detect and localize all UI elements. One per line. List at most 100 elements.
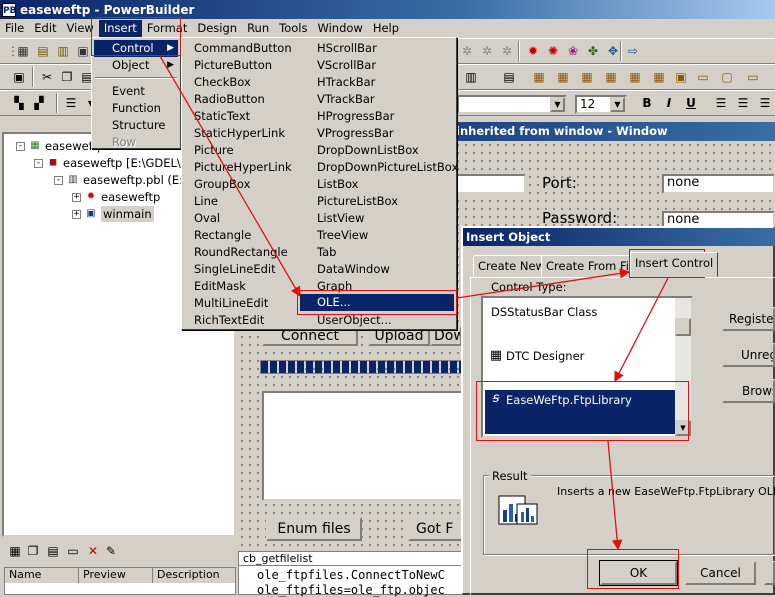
list-item-dsstatusbar[interactable]: DSStatusBar Class bbox=[485, 302, 677, 322]
menu-item-object[interactable]: Object ▶ bbox=[94, 57, 178, 74]
control-item-commandbutton[interactable]: CommandButton bbox=[182, 40, 292, 57]
unregister-button[interactable]: Unregis bbox=[722, 343, 775, 367]
control-item-listbox[interactable]: ListBox bbox=[305, 176, 358, 193]
align-left-icon[interactable]: ☰ bbox=[712, 94, 730, 112]
scrollbar-thumb[interactable] bbox=[675, 318, 691, 336]
control-5-icon[interactable]: ▦ bbox=[626, 68, 644, 86]
menu-view[interactable]: View bbox=[62, 20, 99, 37]
edit-icon[interactable]: ✎ bbox=[102, 542, 120, 560]
column-preview[interactable]: Preview bbox=[79, 568, 153, 583]
tab-create-from-file[interactable]: Create From File bbox=[541, 255, 645, 277]
control-type-list[interactable]: DSStatusBar Class ▦ DTC Designer ꞩ EaseW… bbox=[481, 296, 693, 438]
host-input[interactable] bbox=[456, 174, 526, 194]
control-6-icon[interactable]: ▦ bbox=[650, 68, 668, 86]
tree-item-winmain[interactable]: + ▣ winmain bbox=[72, 206, 154, 222]
column-name[interactable]: Name bbox=[5, 568, 79, 583]
preview-icon[interactable]: ▥ bbox=[462, 68, 480, 86]
save-icon[interactable]: ▣ bbox=[10, 68, 28, 86]
control-item-datawindow[interactable]: DataWindow bbox=[305, 261, 390, 278]
open-icon[interactable]: ▥ bbox=[54, 42, 72, 60]
step-icon[interactable]: ✲ bbox=[478, 42, 496, 60]
tree-item-library[interactable]: - ▥ easeweftp.pbl (E:\ bbox=[54, 172, 187, 188]
menu-run[interactable]: Run bbox=[242, 20, 274, 37]
control-item-line[interactable]: Line bbox=[182, 193, 218, 210]
control-item-treeview[interactable]: TreeView bbox=[305, 227, 368, 244]
menu-item-function[interactable]: Function bbox=[94, 100, 178, 117]
control-item-picturehyperlink[interactable]: PictureHyperLink bbox=[182, 159, 292, 176]
italic-button[interactable]: I bbox=[660, 94, 678, 112]
paste-icon[interactable]: ▤ bbox=[44, 542, 62, 560]
control-4-icon[interactable]: ▦ bbox=[602, 68, 620, 86]
inherit-icon[interactable]: ▤ bbox=[34, 42, 52, 60]
control-9-icon[interactable]: ▢ bbox=[718, 68, 736, 86]
control-item-multilineedit[interactable]: MultiLineEdit bbox=[182, 295, 268, 312]
font-name-combo[interactable]: ▼ bbox=[457, 95, 567, 114]
control-item-vscrollbar[interactable]: VScrollBar bbox=[305, 57, 376, 74]
profile-icon[interactable]: ❀ bbox=[564, 42, 582, 60]
control-item-radiobutton[interactable]: RadioButton bbox=[182, 91, 265, 108]
control-item-editmask[interactable]: EditMask bbox=[182, 278, 246, 295]
run-icon[interactable]: ▣ bbox=[74, 42, 92, 60]
control-item-singlelineedit[interactable]: SingleLineEdit bbox=[182, 261, 276, 278]
new-icon[interactable]: ▦ bbox=[14, 42, 32, 60]
bold-button[interactable]: B bbox=[638, 94, 656, 112]
align-icon[interactable]: ▚ bbox=[10, 94, 28, 112]
scroll-down-icon[interactable]: ▼ bbox=[675, 420, 691, 436]
exit-icon[interactable]: ⇨ bbox=[624, 42, 642, 60]
copy-icon[interactable]: ❐ bbox=[24, 542, 42, 560]
control-3-icon[interactable]: ▦ bbox=[578, 68, 596, 86]
control-item-roundrectangle[interactable]: RoundRectangle bbox=[182, 244, 288, 261]
menu-design[interactable]: Design bbox=[192, 20, 242, 37]
chevron-down-icon[interactable]: ▼ bbox=[550, 97, 565, 112]
control-item-richtextedit[interactable]: RichTextEdit bbox=[182, 312, 264, 329]
expand-icon[interactable]: + bbox=[72, 192, 81, 202]
font-size-combo[interactable]: 12 ▼ bbox=[575, 95, 627, 114]
control-item-picturelistbox[interactable]: PictureListBox bbox=[305, 193, 398, 210]
control-item-htrackbar[interactable]: HTrackBar bbox=[305, 74, 375, 91]
menu-item-event[interactable]: Event bbox=[94, 83, 178, 100]
menu-edit[interactable]: Edit bbox=[29, 20, 61, 37]
control-10-icon[interactable]: ▭ bbox=[744, 68, 762, 86]
menu-insert[interactable]: Insert bbox=[98, 20, 142, 37]
control-item-listview[interactable]: ListView bbox=[305, 210, 364, 227]
menu-help[interactable]: Help bbox=[368, 20, 404, 37]
browse-icon[interactable]: ✤ bbox=[584, 42, 602, 60]
control-item-dropdownpicturelistbox[interactable]: DropDownPictureListBox bbox=[305, 159, 458, 176]
control-item-statictext[interactable]: StaticText bbox=[182, 108, 250, 125]
menu-tools[interactable]: Tools bbox=[274, 20, 312, 37]
control-2-icon[interactable]: ▦ bbox=[554, 68, 572, 86]
tab-create-new[interactable]: Create New bbox=[473, 255, 550, 277]
delete-icon[interactable]: ✕ bbox=[84, 542, 102, 560]
control-item-vprogressbar[interactable]: VProgressBar bbox=[305, 125, 394, 142]
register-button[interactable]: Register N bbox=[722, 307, 775, 331]
control-item-vtrackbar[interactable]: VTrackBar bbox=[305, 91, 375, 108]
breakpoint-icon[interactable]: ✺ bbox=[544, 42, 562, 60]
control-item-rectangle[interactable]: Rectangle bbox=[182, 227, 251, 244]
control-item-picture[interactable]: Picture bbox=[182, 142, 234, 159]
copy-icon[interactable]: ❐ bbox=[58, 68, 76, 86]
control-7-icon[interactable]: ▣ bbox=[672, 68, 690, 86]
insert-icon[interactable]: ▦ bbox=[6, 542, 24, 560]
enum-files-button[interactable]: Enum files bbox=[266, 517, 362, 541]
align-right-icon[interactable]: ☰ bbox=[756, 94, 774, 112]
control-8-icon[interactable]: ▭ bbox=[694, 68, 712, 86]
control-1-icon[interactable]: ▦ bbox=[530, 68, 548, 86]
tree-item-target[interactable]: - ◼ easeweftp [E:\GDEL\S bbox=[34, 155, 188, 171]
chevron-down-icon[interactable]: ▼ bbox=[610, 97, 625, 112]
list-item-dtc-designer[interactable]: ▦ DTC Designer bbox=[485, 346, 677, 366]
control-item-hprogressbar[interactable]: HProgressBar bbox=[305, 108, 394, 125]
debug-icon[interactable]: ✲ bbox=[458, 42, 476, 60]
layer-icon[interactable]: ☰ bbox=[62, 94, 80, 112]
cut-icon[interactable]: ✂ bbox=[38, 68, 56, 86]
menu-item-structure[interactable]: Structure bbox=[94, 117, 178, 134]
collapse-icon[interactable]: - bbox=[16, 141, 25, 151]
control-item-checkbox[interactable]: CheckBox bbox=[182, 74, 251, 91]
control-item-statichyperlink[interactable]: StaticHyperLink bbox=[182, 125, 285, 142]
get-file-button[interactable]: Got F bbox=[408, 517, 464, 541]
list-item-easeweftp[interactable]: ꞩ EaseWeFtp.FtpLibrary bbox=[485, 390, 677, 434]
abc-icon[interactable]: ▭ bbox=[64, 542, 82, 560]
control-item-oval[interactable]: Oval bbox=[182, 210, 220, 227]
port-input[interactable]: none bbox=[662, 174, 775, 194]
stop-icon[interactable]: ✹ bbox=[524, 42, 542, 60]
control-item-dropdownlistbox[interactable]: DropDownListBox bbox=[305, 142, 419, 159]
